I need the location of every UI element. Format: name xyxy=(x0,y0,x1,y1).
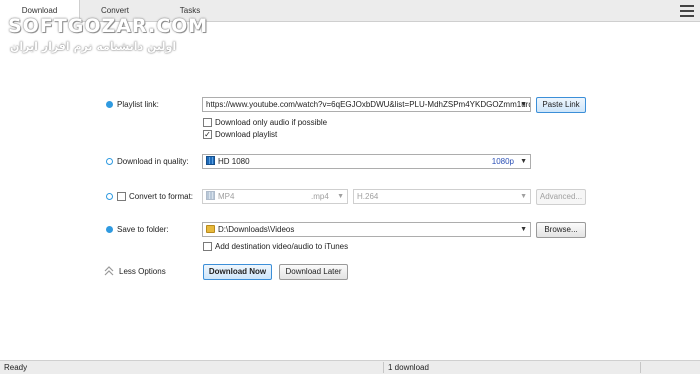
save-status-dot xyxy=(106,226,113,233)
status-ready: Ready xyxy=(4,363,28,372)
convert-checkbox[interactable] xyxy=(117,192,126,201)
codec-value: H.264 xyxy=(357,192,379,201)
film-strip-icon xyxy=(206,191,215,200)
save-folder-select[interactable]: D:\Downloads\Videos ▼ xyxy=(202,222,531,237)
download-playlist-label: Download playlist xyxy=(215,130,278,139)
only-audio-checkbox[interactable] xyxy=(203,118,212,127)
format-select[interactable]: MP4 .mp4 ▼ xyxy=(202,189,348,204)
codec-select[interactable]: H.264 ▼ xyxy=(353,189,531,204)
watermark-subtitle: اولین دانشنامه نرم افزار ایران xyxy=(10,40,177,53)
double-chevron-up-icon[interactable] xyxy=(104,266,114,276)
chevron-down-icon[interactable]: ▼ xyxy=(337,190,344,203)
download-later-button[interactable]: Download Later xyxy=(279,264,348,280)
status-divider xyxy=(383,362,384,373)
only-audio-label: Download only audio if possible xyxy=(215,118,328,127)
quality-label: Download in quality: xyxy=(117,157,189,166)
download-now-button[interactable]: Download Now xyxy=(203,264,272,280)
save-folder-label: Save to folder: xyxy=(117,225,169,234)
status-download-count: 1 download xyxy=(388,363,429,372)
playlist-status-dot xyxy=(106,101,113,108)
convert-status-dot xyxy=(106,193,113,200)
chevron-down-icon[interactable]: ▼ xyxy=(520,190,527,203)
convert-label: Convert to format: xyxy=(129,192,194,201)
folder-icon xyxy=(206,225,215,233)
download-playlist-checkbox[interactable]: ✓ xyxy=(203,130,212,139)
status-divider xyxy=(640,362,641,373)
hamburger-menu-icon[interactable] xyxy=(680,5,694,17)
chevron-down-icon[interactable]: ▼ xyxy=(520,223,527,236)
download-panel xyxy=(0,22,700,360)
itunes-checkbox[interactable] xyxy=(203,242,212,251)
advanced-button[interactable]: Advanced... xyxy=(536,189,586,205)
playlist-url-value: https://www.youtube.com/watch?v=6qEGJOxb… xyxy=(206,100,531,109)
watermark-title: SOFTGOZAR.COM xyxy=(8,15,209,37)
paste-link-button[interactable]: Paste Link xyxy=(536,97,586,113)
save-folder-value: D:\Downloads\Videos xyxy=(218,225,295,234)
quality-status-dot xyxy=(106,158,113,165)
film-strip-icon xyxy=(206,156,215,165)
browse-button[interactable]: Browse... xyxy=(536,222,586,238)
itunes-label: Add destination video/audio to iTunes xyxy=(215,242,349,251)
quality-badge: 1080p xyxy=(491,157,514,166)
playlist-url-input[interactable]: https://www.youtube.com/watch?v=6qEGJOxb… xyxy=(202,97,531,112)
quality-select[interactable]: HD 1080 1080p ▼ xyxy=(202,154,531,169)
less-options-link[interactable]: Less Options xyxy=(119,267,166,276)
quality-value: HD 1080 xyxy=(218,157,250,166)
status-bar: Ready 1 download xyxy=(0,360,700,374)
chevron-down-icon[interactable]: ▼ xyxy=(520,98,527,111)
chevron-down-icon[interactable]: ▼ xyxy=(520,155,527,168)
playlist-link-label: Playlist link: xyxy=(117,100,159,109)
format-extension: .mp4 xyxy=(311,192,329,201)
format-value: MP4 xyxy=(218,192,235,201)
